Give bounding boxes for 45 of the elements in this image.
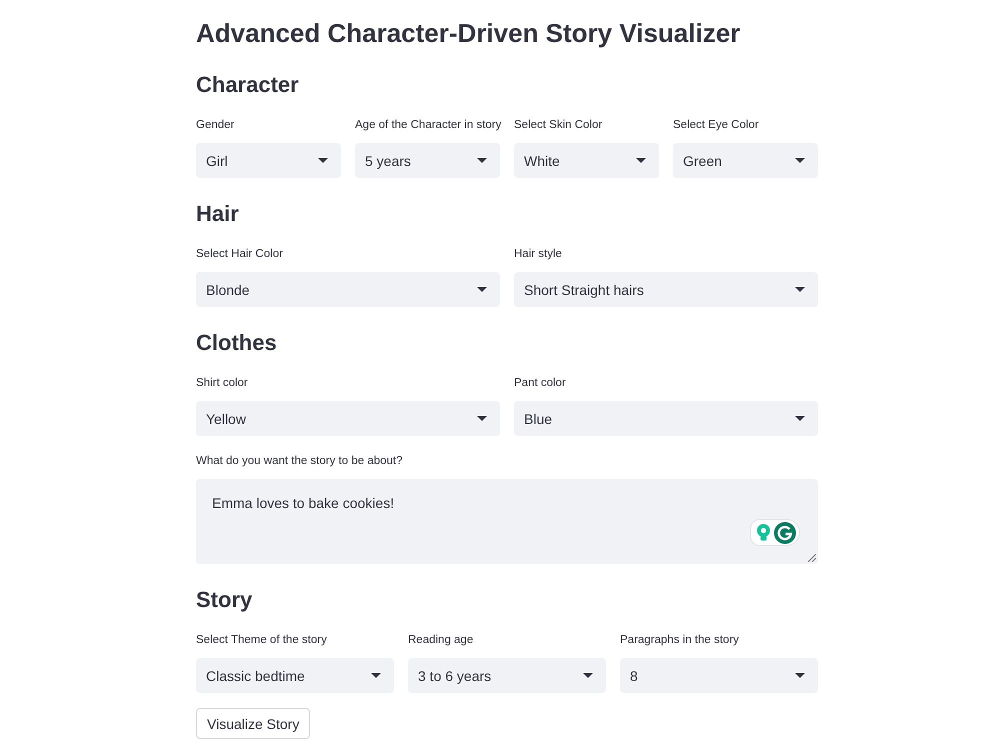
caret-icon bbox=[795, 287, 805, 292]
field-label: Select Skin Color bbox=[514, 118, 602, 133]
field-label: Select Hair Color bbox=[196, 247, 283, 262]
dropdown[interactable]: Short Straight hairs bbox=[514, 272, 818, 307]
caret-icon bbox=[477, 416, 487, 421]
dropdown[interactable]: Green bbox=[673, 143, 818, 178]
field-label: What do you want the story to be about? bbox=[196, 454, 402, 469]
dropdown[interactable]: Girl bbox=[196, 143, 341, 178]
lightbulb-icon bbox=[757, 524, 770, 541]
field-label: Reading age bbox=[408, 633, 474, 648]
field-label: Shirt color bbox=[196, 376, 248, 391]
assistant-widget[interactable] bbox=[750, 519, 800, 546]
dropdown[interactable]: Blue bbox=[514, 401, 818, 436]
visualize-story-button[interactable]: Visualize Story bbox=[196, 708, 310, 739]
dropdown[interactable]: Blonde bbox=[196, 272, 500, 307]
dropdown[interactable]: White bbox=[514, 143, 659, 178]
field-label: Hair style bbox=[514, 247, 562, 262]
dropdown[interactable]: Classic bedtime bbox=[196, 658, 394, 693]
field-label: Select Eye Color bbox=[673, 118, 759, 133]
caret-icon bbox=[477, 287, 487, 292]
caret-icon bbox=[795, 158, 805, 163]
field-label: Gender bbox=[196, 118, 234, 133]
section-heading: Hair bbox=[196, 200, 240, 228]
section-heading: Character bbox=[196, 71, 300, 99]
dropdown[interactable]: Yellow bbox=[196, 401, 500, 436]
field-label: Paragraphs in the story bbox=[620, 633, 739, 648]
field-label: Age of the Character in story bbox=[355, 118, 502, 133]
caret-icon bbox=[636, 158, 646, 163]
section-heading: Story bbox=[196, 586, 254, 614]
page-title: Advanced Character-Driven Story Visualizer bbox=[196, 17, 742, 50]
field-label: Pant color bbox=[514, 376, 566, 391]
caret-icon bbox=[371, 673, 381, 678]
field-label: Select Theme of the story bbox=[196, 633, 327, 648]
caret-icon bbox=[583, 673, 593, 678]
dropdown[interactable]: 5 years bbox=[355, 143, 500, 178]
caret-icon bbox=[795, 673, 805, 678]
resize-handle-icon[interactable] bbox=[808, 554, 816, 562]
caret-icon bbox=[795, 416, 805, 421]
dropdown[interactable]: 3 to 6 years bbox=[408, 658, 606, 693]
dropdown[interactable]: 8 bbox=[620, 658, 818, 693]
caret-icon bbox=[318, 158, 328, 163]
section-heading: Clothes bbox=[196, 329, 278, 357]
caret-icon bbox=[477, 158, 487, 163]
text-area[interactable]: Emma loves to bake cookies! bbox=[196, 479, 818, 564]
writing-assistant-icon bbox=[774, 522, 796, 544]
